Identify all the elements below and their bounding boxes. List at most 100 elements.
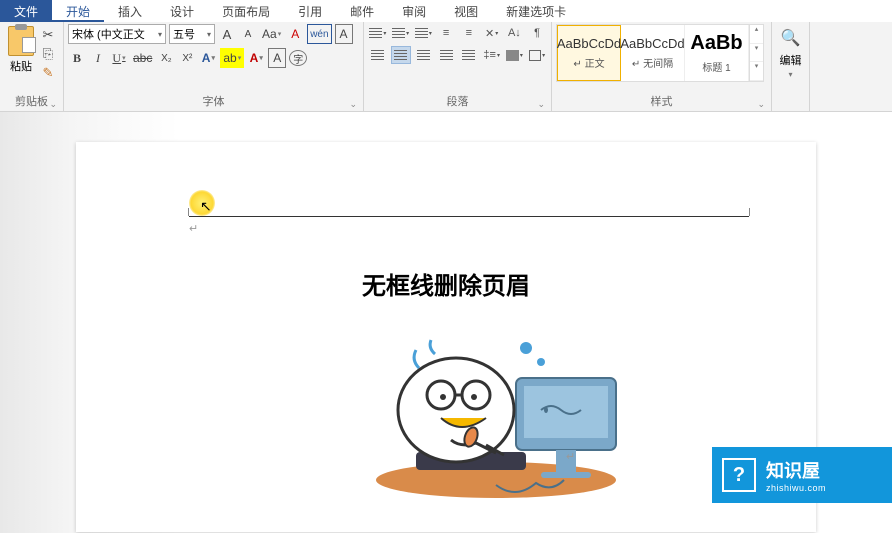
asian-layout-button[interactable]: ✕	[482, 24, 502, 42]
chevron-down-icon: ▾	[207, 30, 211, 39]
italic-button[interactable]: I	[89, 48, 107, 68]
style-preview: AaBbCcDd	[557, 36, 621, 51]
borders-icon	[529, 50, 541, 61]
change-case-button[interactable]: Aa	[260, 24, 283, 44]
tab-file[interactable]: 文件	[0, 0, 52, 22]
cut-icon[interactable]: ✂	[40, 27, 56, 43]
font-size-value: 五号	[173, 26, 195, 42]
underline-button[interactable]: U	[110, 48, 128, 68]
styles-group-label: 样式	[556, 91, 767, 111]
bold-button[interactable]: B	[68, 48, 86, 68]
enclose-char-button[interactable]: 字	[289, 50, 307, 66]
style-normal[interactable]: AaBbCcDd ↵ 正文	[557, 25, 621, 81]
paste-label: 粘贴	[10, 58, 32, 74]
page[interactable]: ↖ ↵ 无框线删除页眉	[76, 142, 816, 532]
tab-references[interactable]: 引用	[284, 0, 336, 22]
tab-review[interactable]: 审阅	[388, 0, 440, 22]
align-right-button[interactable]	[414, 46, 434, 64]
tab-newtab[interactable]: 新建选项卡	[492, 0, 580, 22]
tab-insert[interactable]: 插入	[104, 0, 156, 22]
shading-icon	[506, 50, 519, 61]
grow-font-button[interactable]: A	[218, 24, 236, 44]
numbering-button[interactable]	[391, 24, 411, 42]
editing-label[interactable]: 编辑	[780, 52, 802, 68]
clear-format-button[interactable]: A	[286, 24, 304, 44]
watermark-text: 知识屋 zhishiwu.com	[766, 457, 826, 493]
return-mark: ↵	[189, 222, 198, 235]
cursor-icon: ↖	[200, 198, 212, 215]
font-group-label: 字体	[68, 91, 359, 111]
watermark-main: 知识屋	[766, 457, 826, 483]
clipart-image	[346, 310, 646, 500]
paste-button[interactable]: 粘贴	[4, 24, 38, 74]
numbering-icon	[392, 28, 405, 38]
group-styles: AaBbCcDd ↵ 正文 AaBbCcDd ↵ 无间隔 AaBb 标题 1 ▴…	[552, 22, 772, 111]
copy-icon[interactable]: ⎘	[40, 46, 56, 62]
char-shading-button[interactable]: A	[268, 48, 286, 68]
justify-icon	[440, 50, 453, 60]
tab-design[interactable]: 设计	[156, 0, 208, 22]
superscript-button[interactable]: X²	[178, 48, 196, 68]
watermark-sub: zhishiwu.com	[766, 483, 826, 493]
increase-indent-button[interactable]: ≡	[459, 24, 479, 42]
phonetic-guide-button[interactable]: wén	[307, 24, 331, 44]
style-preview: AaBb	[690, 32, 742, 55]
group-paragraph: ≡ ≡ ✕ A↓ ¶ ‡≡ 段落	[364, 22, 552, 111]
char-border-button[interactable]: A	[335, 24, 353, 44]
tab-view[interactable]: 视图	[440, 0, 492, 22]
distribute-icon	[462, 50, 475, 60]
style-name: ↵ 无间隔	[632, 55, 673, 70]
multilevel-button[interactable]	[414, 24, 434, 42]
tab-mailings[interactable]: 邮件	[336, 0, 388, 22]
distribute-button[interactable]	[459, 46, 479, 64]
watermark-icon: ?	[722, 458, 756, 492]
font-color-button[interactable]: A	[247, 48, 265, 68]
highlight-button[interactable]: ab	[220, 48, 244, 68]
strike-button[interactable]: abc	[131, 48, 154, 68]
align-center-icon	[394, 50, 407, 60]
align-center-button[interactable]	[391, 46, 411, 64]
watermark-badge: ? 知识屋 zhishiwu.com	[712, 447, 892, 503]
style-name: ↵ 正文	[573, 55, 604, 70]
justify-button[interactable]	[436, 46, 456, 64]
clipboard-group-label: 剪贴板	[4, 91, 59, 111]
chevron-down-icon: ▾	[788, 70, 792, 79]
group-editing: 🔍 编辑 ▾ .	[772, 22, 810, 111]
font-name-value: 宋体 (中文正文	[72, 26, 145, 42]
style-gallery: AaBbCcDd ↵ 正文 AaBbCcDd ↵ 无间隔 AaBb 标题 1 ▴…	[556, 24, 764, 82]
gallery-more-button[interactable]: ▾	[750, 62, 763, 81]
gallery-down-button[interactable]: ▾	[750, 44, 763, 63]
font-size-combo[interactable]: 五号 ▾	[169, 24, 215, 44]
format-painter-icon[interactable]: ✎	[40, 65, 56, 81]
return-mark: ↵	[566, 450, 575, 463]
style-gallery-scroll: ▴ ▾ ▾	[749, 25, 763, 81]
group-font: 宋体 (中文正文▾ 五号 ▾ A A Aa A wén A B I U abc X…	[64, 22, 364, 111]
subscript-button[interactable]: X₂	[157, 48, 175, 68]
text-effects-button[interactable]: A	[199, 48, 217, 68]
style-name: 标题 1	[702, 59, 730, 74]
paragraph-group-label: 段落	[368, 91, 547, 111]
align-left-button[interactable]	[368, 46, 388, 64]
borders-button[interactable]	[527, 46, 547, 64]
document-title: 无框线删除页眉	[76, 266, 816, 301]
show-marks-button[interactable]: ¶	[527, 24, 547, 42]
style-no-spacing[interactable]: AaBbCcDd ↵ 无间隔	[621, 25, 685, 81]
group-clipboard: 粘贴 ✂ ⎘ ✎ 剪贴板	[0, 22, 64, 111]
style-preview: AaBbCcDd	[620, 36, 684, 51]
find-icon[interactable]: 🔍	[781, 28, 801, 48]
line-spacing-button[interactable]: ‡≡	[482, 46, 502, 64]
align-left-icon	[371, 50, 384, 60]
shading-button[interactable]	[505, 46, 525, 64]
multilevel-icon	[415, 28, 428, 38]
bullets-button[interactable]	[368, 24, 388, 42]
font-name-combo[interactable]: 宋体 (中文正文▾	[68, 24, 166, 44]
tab-layout[interactable]: 页面布局	[208, 0, 284, 22]
bullets-icon	[369, 28, 382, 38]
sort-button[interactable]: A↓	[505, 24, 525, 42]
header-border-line	[189, 216, 749, 217]
style-heading1[interactable]: AaBb 标题 1	[685, 25, 749, 81]
tab-home[interactable]: 开始	[52, 0, 104, 22]
shrink-font-button[interactable]: A	[239, 24, 257, 44]
decrease-indent-button[interactable]: ≡	[436, 24, 456, 42]
gallery-up-button[interactable]: ▴	[750, 25, 763, 44]
